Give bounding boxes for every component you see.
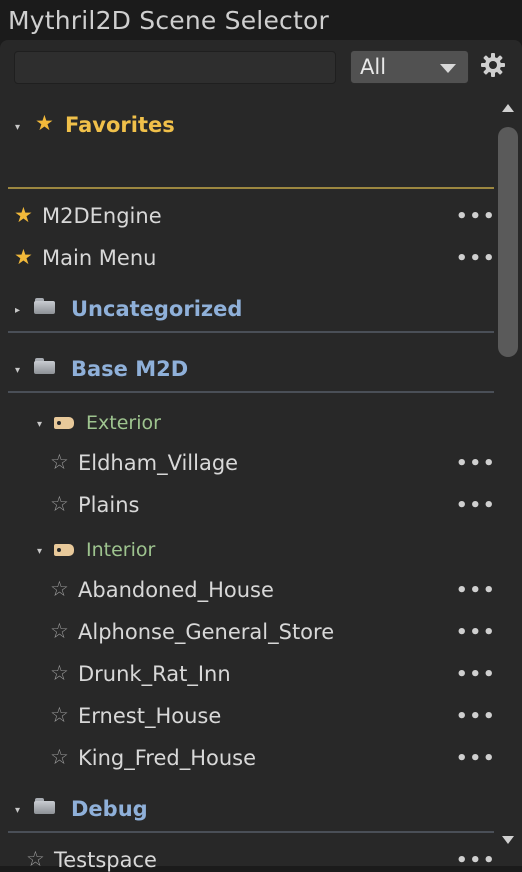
scene-label: Plains [78, 493, 140, 517]
scene-label: M2DEngine [42, 204, 162, 228]
gear-icon[interactable] [480, 52, 506, 78]
folder-icon [34, 358, 56, 374]
section-label-base-m2d: Base M2D [71, 357, 189, 381]
more-options-icon[interactable]: ••• [456, 622, 497, 643]
more-options-icon[interactable]: ••• [456, 495, 497, 516]
more-options-icon[interactable]: ••• [456, 664, 497, 685]
subsection-label-exterior: Exterior [86, 412, 161, 434]
caret-expanded-icon[interactable]: ▾ [15, 805, 20, 816]
section-label-uncategorized: Uncategorized [71, 297, 243, 321]
window-title: Mythril2D Scene Selector [8, 6, 329, 35]
more-options-icon[interactable]: ••• [456, 206, 497, 227]
scroll-up-icon[interactable] [502, 104, 514, 112]
folder-icon [34, 798, 56, 814]
caret-expanded-icon[interactable]: ▾ [15, 365, 20, 376]
star-empty-icon[interactable]: ☆ [50, 492, 69, 516]
star-empty-icon[interactable]: ☆ [50, 745, 69, 769]
star-empty-icon[interactable]: ☆ [50, 577, 69, 601]
caret-expanded-icon[interactable]: ▾ [37, 546, 42, 557]
filter-selected-value: All [360, 55, 387, 79]
section-label-favorites: Favorites [65, 113, 175, 137]
divider [8, 391, 494, 393]
tag-icon [54, 417, 74, 429]
more-options-icon[interactable]: ••• [456, 248, 497, 269]
more-options-icon[interactable]: ••• [456, 748, 497, 769]
folder-icon [34, 298, 56, 314]
subsection-label-interior: Interior [86, 539, 156, 561]
more-options-icon[interactable]: ••• [456, 580, 497, 601]
more-options-icon[interactable]: ••• [456, 706, 497, 727]
caret-expanded-icon[interactable]: ▾ [37, 419, 42, 430]
scene-label: King_Fred_House [78, 746, 257, 770]
more-options-icon[interactable]: ••• [456, 850, 497, 871]
scene-label: Alphonse_General_Store [78, 620, 335, 644]
star-empty-icon[interactable]: ☆ [50, 661, 69, 685]
scene-label: Ernest_House [78, 704, 222, 728]
scene-label: Main Menu [42, 246, 157, 270]
scene-label: Abandoned_House [78, 578, 274, 602]
scene-list[interactable]: ▾ ★ Favorites ★ M2DEngine ••• ★ Main Men… [0, 90, 522, 872]
chevron-down-icon [440, 64, 456, 73]
divider [8, 187, 494, 189]
search-input[interactable] [14, 51, 336, 84]
star-empty-icon[interactable]: ☆ [26, 847, 45, 871]
caret-expanded-icon[interactable]: ▾ [15, 122, 20, 133]
scene-selector-panel: All ▾ ★ Favorites ★ M2DEngine ••• ★ Main… [0, 40, 522, 872]
caret-collapsed-icon[interactable]: ▸ [15, 305, 20, 316]
star-filled-icon[interactable]: ★ [14, 203, 33, 227]
scene-label: Testspace [54, 848, 157, 872]
divider [8, 331, 494, 333]
star-filled-icon[interactable]: ★ [14, 245, 33, 269]
star-filled-icon: ★ [35, 111, 54, 135]
star-empty-icon[interactable]: ☆ [50, 619, 69, 643]
section-label-debug: Debug [71, 797, 148, 821]
divider [8, 831, 494, 833]
scene-label: Drunk_Rat_Inn [78, 662, 231, 686]
tag-icon [54, 544, 74, 556]
star-empty-icon[interactable]: ☆ [50, 450, 69, 474]
scroll-down-icon[interactable] [502, 836, 514, 844]
toolbar: All [0, 40, 522, 90]
scrollbar-thumb[interactable] [498, 127, 518, 357]
more-options-icon[interactable]: ••• [456, 453, 497, 474]
star-empty-icon[interactable]: ☆ [50, 703, 69, 727]
filter-dropdown[interactable]: All [350, 50, 469, 84]
scene-label: Eldham_Village [78, 451, 239, 475]
